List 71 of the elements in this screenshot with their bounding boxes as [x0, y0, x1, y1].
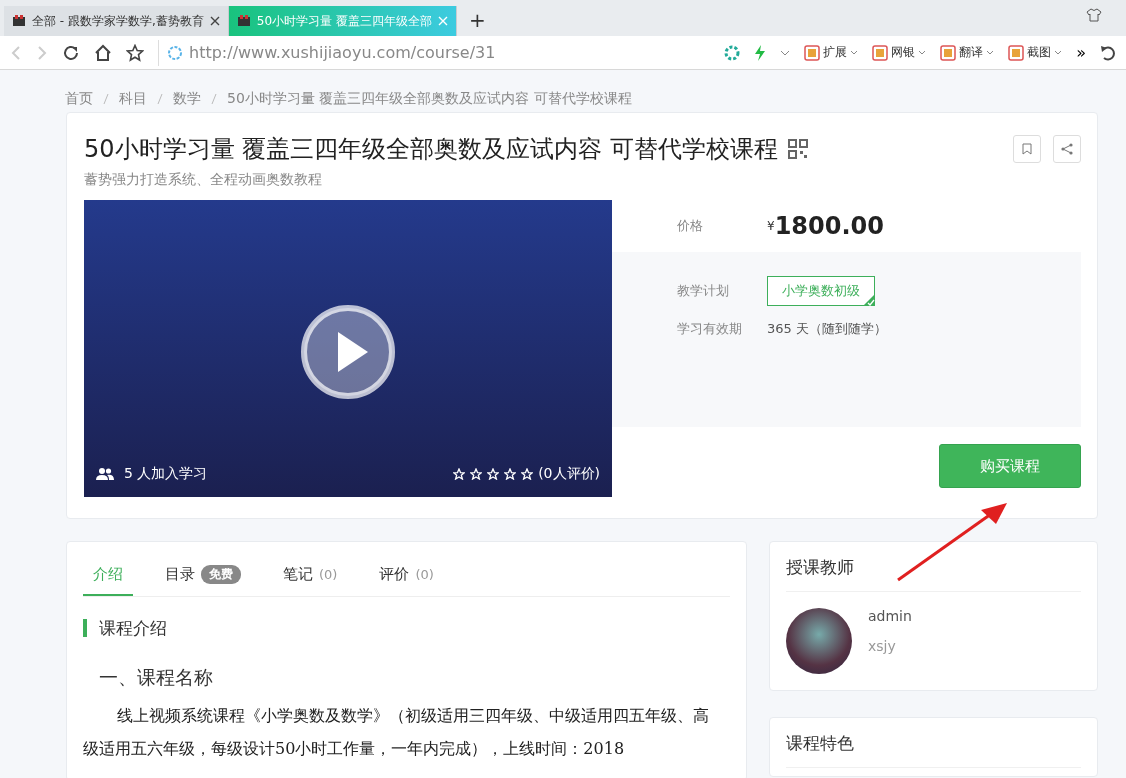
rating-star-icon	[453, 468, 466, 480]
slash-separator-icon	[211, 93, 217, 105]
share-button[interactable]	[1053, 135, 1081, 163]
home-icon[interactable]	[94, 43, 112, 62]
price-value: 1800.00	[774, 212, 884, 240]
tab-count: (0)	[319, 567, 338, 582]
toolbar-button[interactable]: 网银	[891, 44, 916, 61]
breadcrumb-link[interactable]: 数学	[173, 90, 201, 108]
close-icon[interactable]	[209, 16, 220, 26]
share-icon[interactable]	[1061, 143, 1073, 155]
teacher-org: xsjy	[868, 638, 897, 654]
toolbar-icon	[872, 44, 889, 61]
star-icon[interactable]	[126, 43, 144, 62]
lightning-icon[interactable]	[754, 44, 767, 61]
people-icon	[96, 468, 114, 480]
bookmark-button[interactable]	[1013, 135, 1041, 163]
tab-title[interactable]: 全部 - 跟数学家学数学,蓄势教育	[32, 12, 204, 30]
tab-count: (0)	[415, 567, 434, 582]
rating-star-icon	[487, 468, 500, 480]
new-tab-button[interactable]: +	[468, 8, 486, 32]
toolbar-icon	[1008, 44, 1025, 61]
content-tab[interactable]: 目录 免费	[155, 565, 251, 596]
free-badge: 免费	[201, 565, 241, 584]
caret-icon[interactable]	[1054, 50, 1063, 55]
toolbar-icon	[804, 44, 821, 61]
content-tab[interactable]: 笔记 (0)	[273, 565, 348, 596]
site-logo-icon	[12, 15, 26, 27]
currency-symbol: ¥	[767, 219, 775, 233]
course-title: 50小时学习量 覆盖三四年级全部奥数及应试内容 可替代学校课程	[84, 134, 778, 165]
play-icon[interactable]	[300, 304, 396, 400]
breadcrumb-link[interactable]: 首页	[65, 90, 93, 108]
toolbar-button[interactable]: 截图	[1027, 44, 1052, 61]
caret-icon[interactable]	[850, 50, 859, 55]
video-thumbnail[interactable]: 5 人加入学习 (0人评价)	[84, 200, 612, 497]
teacher-name[interactable]: admin	[868, 608, 912, 624]
intro-paragraph: 线上视频系统课程《小学奥数及数学》（初级适用三四年级、中级适用四五年级、高级适用五六年级，每级设计50小时工作量，一年内完成），上线时间：2018	[83, 705, 710, 760]
toolbar-button[interactable]: 翻译	[959, 44, 984, 61]
course-subtitle: 蓄势强力打造系统、全程动画奥数教程	[84, 171, 323, 189]
caret-icon[interactable]	[780, 49, 791, 56]
toolbar-icon	[940, 44, 957, 61]
qr-code-icon[interactable]	[787, 139, 808, 159]
browser-tab[interactable]: 全部 - 跟数学家学数学,蓄势教育	[4, 6, 229, 36]
slash-separator-icon	[103, 93, 109, 105]
plan-label: 教学计划	[677, 282, 730, 300]
page-icon	[167, 44, 183, 61]
rating-star-icon	[521, 468, 534, 480]
leaf-icon[interactable]	[724, 44, 741, 61]
price-label: 价格	[677, 217, 704, 235]
rating-star-icon	[470, 468, 483, 480]
check-icon	[863, 294, 875, 306]
card-title: 课程特色	[786, 718, 1081, 768]
caret-icon[interactable]	[986, 50, 995, 55]
subsection-heading: 一、课程名称	[99, 665, 214, 690]
url-text[interactable]: http://www.xushijiaoyu.com/course/31	[189, 43, 496, 62]
caret-icon[interactable]	[918, 50, 927, 55]
card-title: 授课教师	[786, 542, 1081, 592]
learner-count: 5 人加入学习	[124, 465, 208, 483]
more-button[interactable]: »	[1076, 43, 1086, 62]
content-tab[interactable]: 评价 (0)	[369, 565, 444, 596]
bookmark-icon[interactable]	[1022, 143, 1032, 155]
slash-separator-icon	[157, 93, 163, 105]
rating-star-icon	[504, 468, 517, 480]
validity-label: 学习有效期	[677, 320, 743, 338]
validity-value: 365 天（随到随学）	[767, 320, 887, 338]
shirt-icon[interactable]	[1086, 8, 1102, 22]
section-heading: 课程介绍	[83, 619, 730, 637]
undo-icon[interactable]	[1100, 44, 1116, 61]
toolbar-button[interactable]: 扩展	[823, 44, 848, 61]
review-count: (0人评价)	[538, 465, 600, 483]
site-logo-icon	[236, 15, 251, 27]
reload-icon[interactable]	[62, 43, 80, 62]
